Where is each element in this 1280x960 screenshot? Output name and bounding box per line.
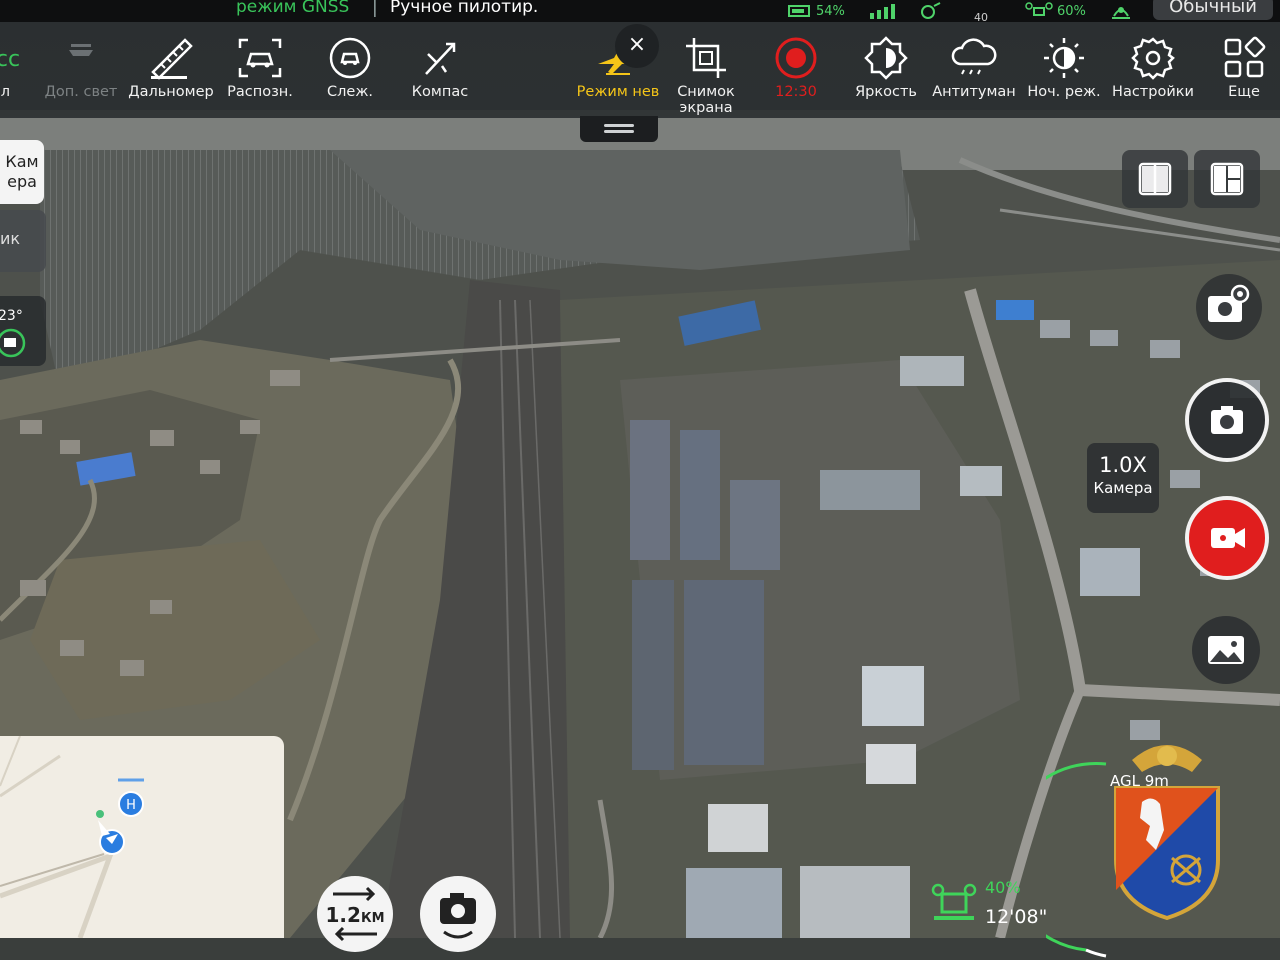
tool-label-rangefinder: Дальномер [128,84,214,100]
brightness-icon [864,36,908,80]
flight-profile-button[interactable]: Обычный [1153,0,1273,20]
handle-line [604,124,634,127]
tool-label-night-mode: Ноч. реж. [1027,84,1101,100]
minimap[interactable]: H [0,736,284,938]
status-separator: | [372,0,378,18]
gallery-button[interactable] [1192,616,1260,684]
vehicle-recognition-icon [238,38,282,78]
rc-battery-indicator: 54% [788,0,845,22]
zoom-indicator[interactable]: 1.0X Камера [1087,443,1159,513]
tool-label-sky-mode: Режим нев [576,84,660,100]
compass-icon [425,42,456,75]
minimap-roads [0,736,115,938]
gallery-icon [1208,636,1244,664]
tool-aux-light[interactable]: Доп. свет [35,34,127,100]
cc-icon: cc [0,47,20,72]
close-toolbar-button[interactable]: × [615,24,659,68]
tool-label-aux-light: Доп. свет [44,84,118,100]
drone-battery-indicator: 60% [1025,0,1086,22]
defog-icon [951,38,997,75]
tool-tracking[interactable]: Слеж. [304,34,396,100]
tool-label-brightness: Яркость [855,84,917,100]
aux-light-icon [69,44,93,56]
pilot-mode-label: Ручное пилотир. [390,0,539,17]
layout-pip-button[interactable] [1194,150,1260,208]
satellite-icon [921,2,941,19]
camera-tab[interactable]: Камера [0,140,44,204]
record-icon [775,37,817,79]
tool-label-tracking: Слеж. [327,84,373,100]
picture-in-picture-icon [1210,162,1244,196]
grid-icon [1224,36,1266,78]
drone-battery-bottom-icon [931,883,977,920]
tool-recognition[interactable]: Распозн. [214,34,306,100]
gimbal-angle-value: 23° [0,308,23,324]
toolbar-drawer-handle[interactable] [580,116,658,142]
tool-label-more: Еще [1228,84,1260,100]
handle-line [604,130,634,133]
tool-label-recognition: Распозн. [227,84,293,100]
distance-unit: КМ [360,911,385,926]
gimbal-indicator: 23° [0,296,46,366]
ruler-icon [151,38,193,80]
tool-record[interactable]: 12:30 [750,34,842,100]
gear-icon [1131,37,1175,80]
aircraft-position-icon [98,820,125,855]
tool-rangefinder[interactable]: Дальномер [125,34,217,100]
tracking-icon [329,37,371,79]
tool-label-settings: Настройки [1112,84,1194,100]
tool-label-compass: Компас [411,84,469,100]
camera-switch-button[interactable] [420,876,496,952]
distance-button[interactable]: 1.2КМ [317,876,393,952]
tool-label-screenshot: Снимок экрана [677,84,735,116]
status-bar: режим GNSS | Ручное пилотир. 54% 40 60% … [0,0,1280,24]
tool-screenshot[interactable]: Снимок экрана [660,34,752,116]
svg-text:H: H [126,798,136,813]
signal-bars-icon [870,4,895,19]
svg-text:cc: cc [0,47,20,72]
tool-settings[interactable]: Настройки [1107,34,1199,100]
layout-split-button[interactable] [1122,150,1188,208]
camera-settings-button[interactable] [1196,274,1262,340]
camera-gimbal-icon [440,893,476,939]
camera-settings-icon [1208,284,1250,322]
signal-indicator [868,0,898,22]
coat-of-arms-emblem [1114,745,1220,920]
rc-battery-value: 54% [816,3,845,19]
video-camera-icon [1211,528,1245,548]
camera-tab-label: Камера [5,152,39,191]
drone-battery-value: 60% [1057,3,1086,19]
secondary-tab-label: ик [0,229,21,248]
distance-number: 1.2 [325,903,361,927]
crop-icon [686,38,726,78]
antenna-icon [1112,7,1130,19]
tool-compass[interactable]: Компас [394,34,486,100]
tool-more[interactable]: Еще [1198,34,1280,100]
video-record-button[interactable] [1185,496,1269,580]
tool-night-mode[interactable]: Ноч. реж. [1018,34,1110,100]
zoom-label: Камера [1093,479,1153,497]
split-view-icon [1138,162,1172,196]
flight-time-value: 12'08" [985,906,1048,928]
tool-defog[interactable]: Антитуман [928,34,1020,100]
distance-value: 1.2КМ [317,903,393,927]
drone-icon [1025,2,1053,16]
night-mode-icon [1044,38,1084,78]
bottom-battery-value: 40% [985,878,1021,897]
camera-icon [1211,406,1243,434]
secondary-tab[interactable]: ик [0,210,46,272]
rc-signal-indicator [1108,0,1134,22]
gnss-mode-label: режим GNSS [236,0,350,17]
gimbal-icon [0,328,26,358]
rc-battery-icon [788,5,810,17]
zoom-value: 1.0X [1099,453,1147,477]
gps-indicator: 40 [918,0,988,24]
photo-capture-button[interactable] [1185,378,1269,462]
tool-label-record: 12:30 [775,84,817,100]
tool-label-defog: Антитуман [932,84,1016,100]
tool-brightness[interactable]: Яркость [840,34,932,100]
